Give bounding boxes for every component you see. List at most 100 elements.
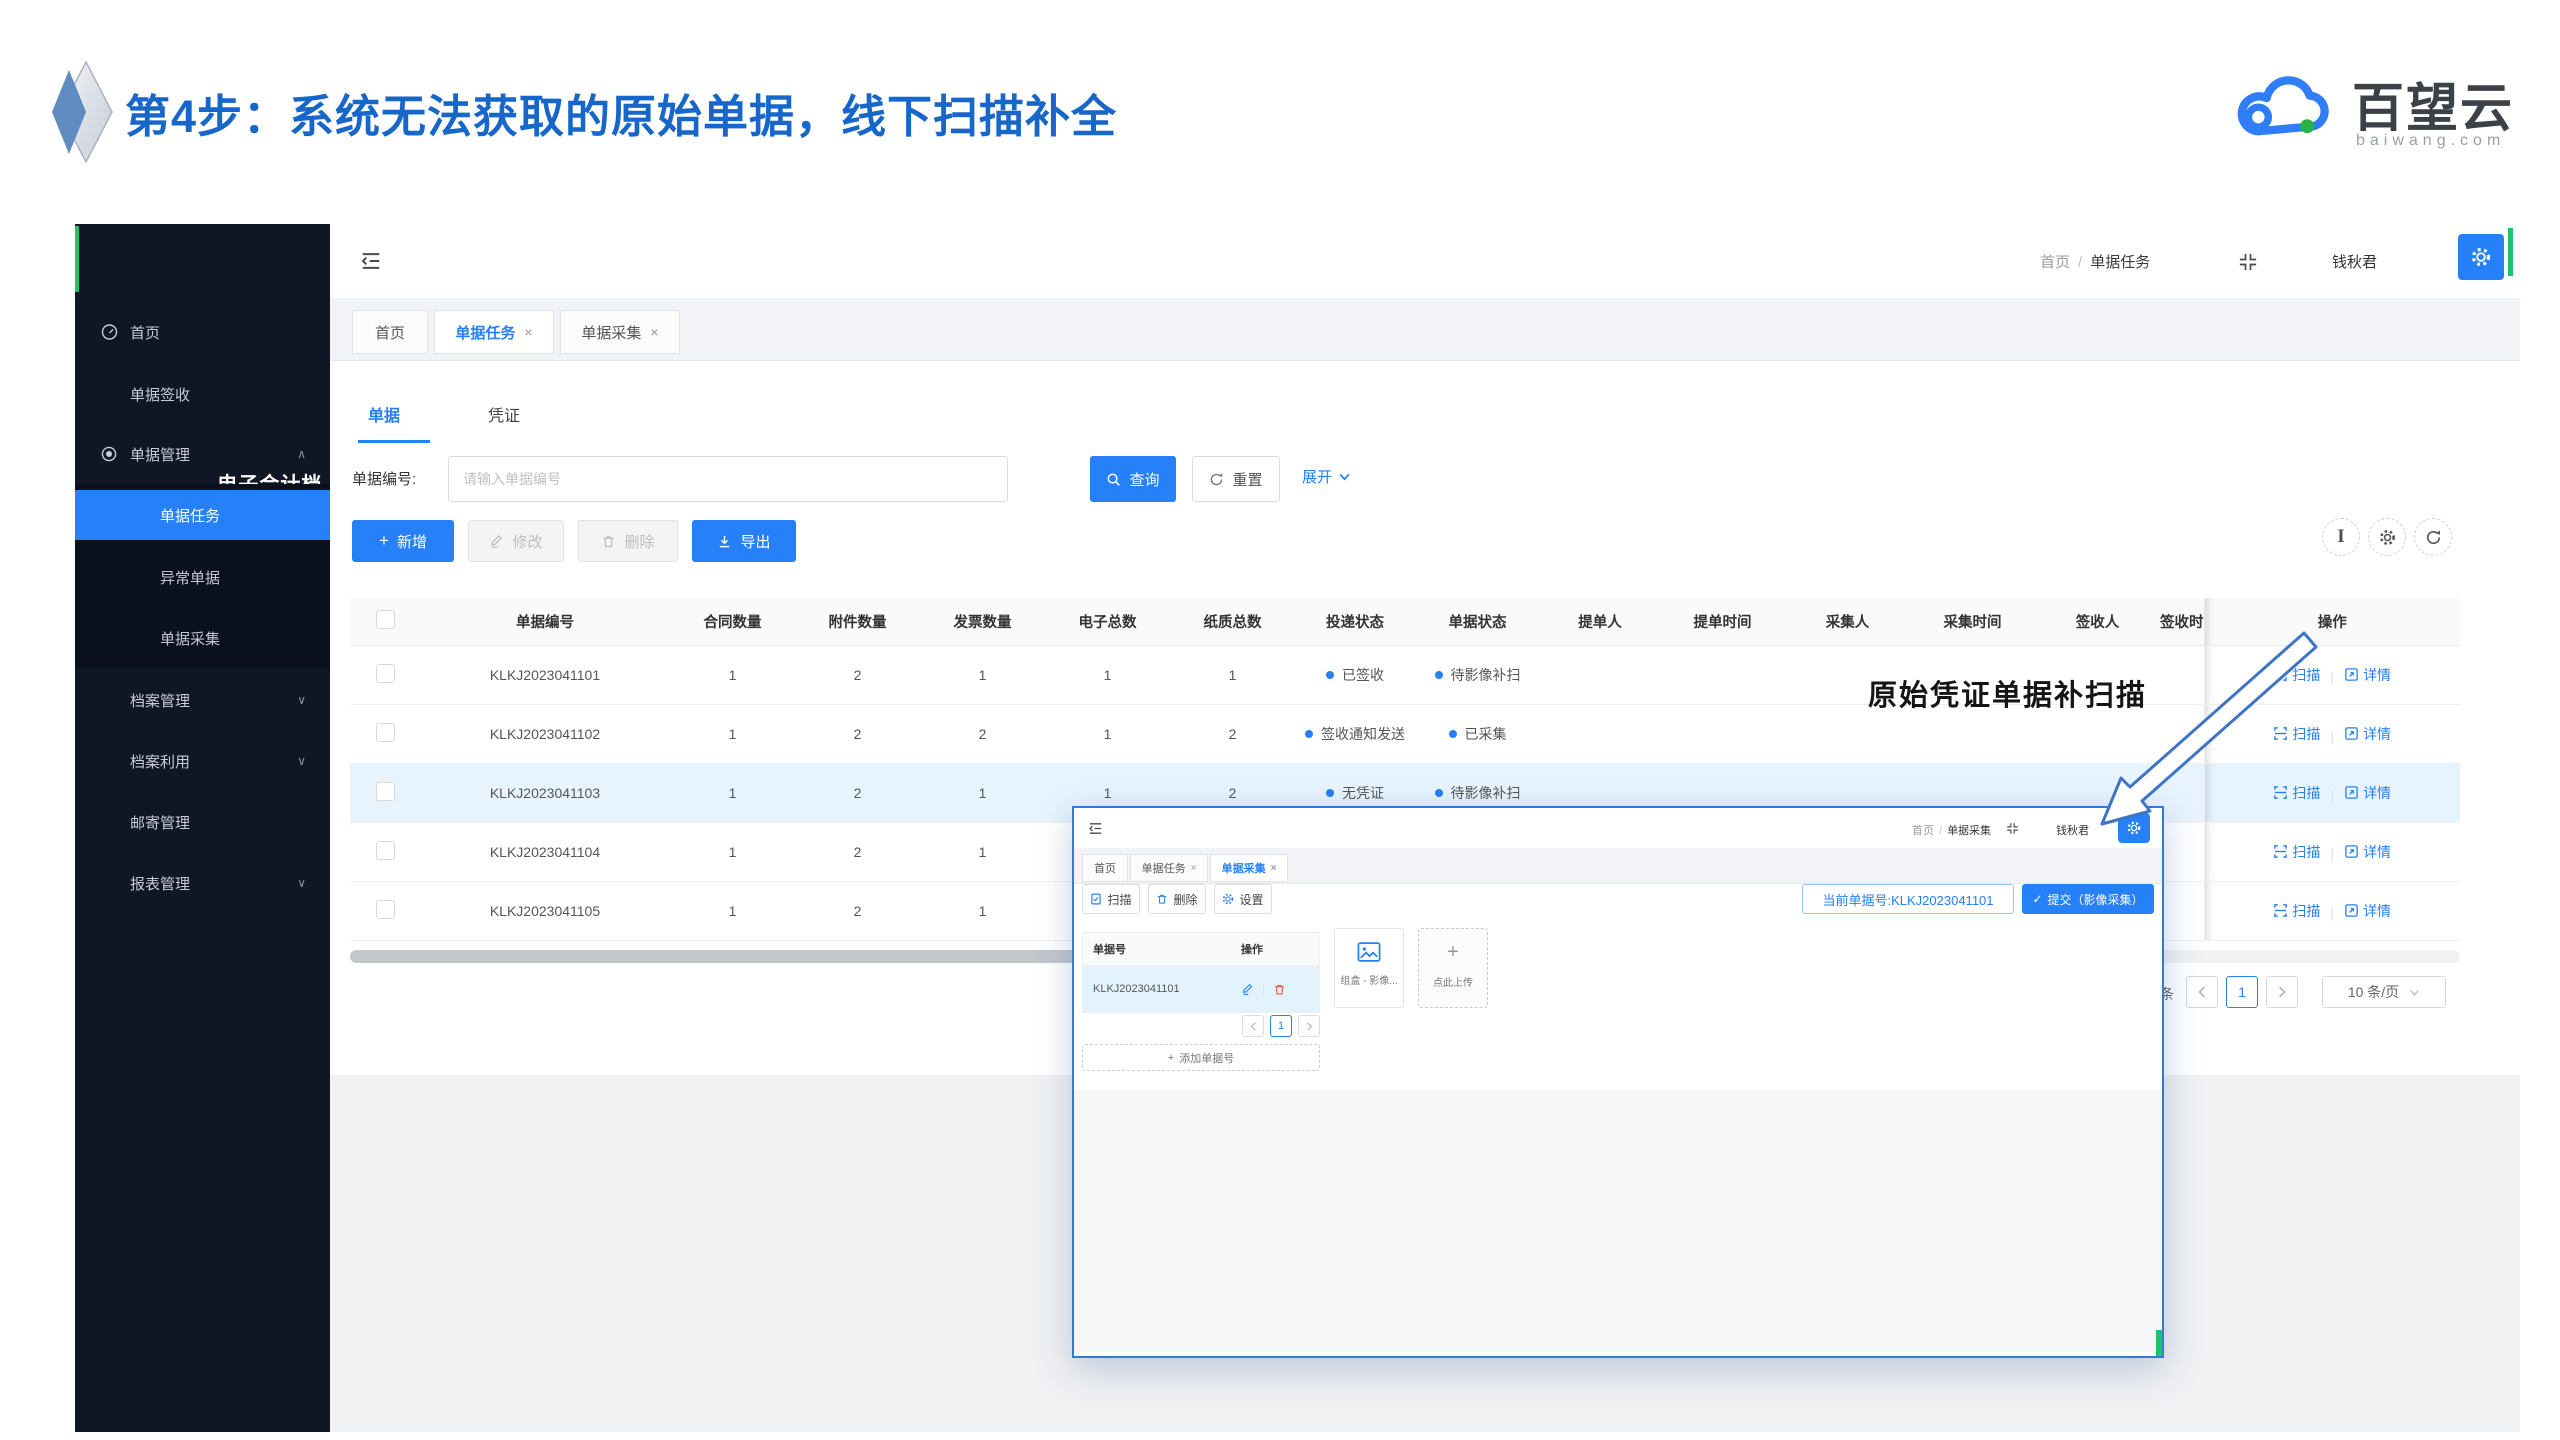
delete-button[interactable]: 删除 [578, 520, 678, 562]
tab-doc-collection[interactable]: 单据采集 × [1210, 854, 1288, 882]
popup-tabstrip: 首页 单据任务 × 单据采集 × [1074, 848, 2162, 884]
pagination-page-1[interactable]: 1 [2226, 976, 2258, 1008]
row-detail-link[interactable]: 详情 [2344, 724, 2391, 744]
subtab-voucher[interactable]: 凭证 [488, 402, 520, 426]
sidebar-item-archive-usage[interactable]: 档案利用 ∨ [75, 736, 330, 786]
row-detail-link[interactable]: 详情 [2344, 901, 2391, 921]
sidebar-item-doc-tasks[interactable]: 单据任务 [75, 490, 330, 540]
link-divider: | [2330, 905, 2334, 921]
export-button[interactable]: 导出 [692, 520, 796, 562]
row-detail-link[interactable]: 详情 [2344, 665, 2391, 685]
user-name[interactable]: 钱秋君 [2332, 251, 2377, 272]
column-header: 提单人 [1540, 598, 1660, 646]
sidebar-item-label: 档案管理 [130, 690, 190, 711]
chevron-right-icon [1306, 1022, 1313, 1031]
close-icon[interactable]: × [1271, 863, 1277, 874]
row-checkbox[interactable] [376, 900, 395, 919]
popup-pagination-prev[interactable] [1242, 1015, 1264, 1037]
sidebar-item-report-management[interactable]: 报表管理 ∨ [75, 858, 330, 908]
expand-filters-link[interactable]: 展开 [1302, 466, 1351, 487]
select-all-checkbox[interactable] [376, 610, 395, 629]
column-header: 采集人 [1785, 598, 1910, 646]
scanned-image-card[interactable]: 组盒 - 影像... [1334, 928, 1404, 1008]
sidebar-item-abnormal-docs[interactable]: 异常单据 [75, 552, 330, 602]
row-checkbox[interactable] [376, 841, 395, 860]
popup-delete-button[interactable]: 删除 [1148, 884, 1206, 914]
close-icon[interactable]: × [1191, 863, 1197, 874]
row-checkbox[interactable] [376, 782, 395, 801]
upload-dropzone[interactable]: + 点此上传 [1418, 928, 1488, 1008]
sidebar-item-mail-management[interactable]: 邮寄管理 [75, 797, 330, 847]
chevron-left-icon [2197, 986, 2207, 998]
popup-row-code: KLKJ2023041101 [1083, 983, 1241, 995]
sidebar-item-doc-collection[interactable]: 单据采集 [75, 613, 330, 663]
breadcrumb-home[interactable]: 首页 [1912, 825, 1934, 837]
popup-col-action: 操作 [1241, 941, 1263, 957]
tab-doc-tasks[interactable]: 单据任务 × [434, 310, 554, 354]
image-caption: 组盒 - 影像... [1335, 972, 1403, 987]
sidebar-item-home[interactable]: 首页 [75, 307, 330, 357]
page-size-select[interactable]: 10 条/页 [2322, 976, 2446, 1008]
tab-doc-tasks[interactable]: 单据任务 × [1130, 854, 1208, 882]
popup-table-row[interactable]: KLKJ2023041101 | [1082, 965, 1320, 1013]
radio-icon [101, 446, 117, 462]
popup-scan-button[interactable]: 扫描 [1082, 884, 1140, 914]
refresh-table-button[interactable] [2414, 518, 2452, 556]
download-icon [717, 534, 732, 549]
edit-button[interactable]: 修改 [468, 520, 564, 562]
sidebar-item-doc-management[interactable]: 单据管理 ∧ [75, 429, 330, 479]
breadcrumb-home[interactable]: 首页 [2040, 254, 2070, 271]
sidebar-item-archive-management[interactable]: 档案管理 ∨ [75, 675, 330, 725]
add-button[interactable]: + 新增 [352, 520, 454, 562]
row-scan-link[interactable]: 扫描 [2273, 901, 2320, 921]
sidebar-collapse-icon[interactable] [1088, 821, 1103, 836]
row-checkbox[interactable] [376, 723, 395, 742]
refresh-icon [1209, 472, 1224, 487]
sidebar-item-label: 单据签收 [130, 384, 190, 405]
text-size-tool-button[interactable]: I [2322, 518, 2360, 556]
row-scan-link[interactable]: 扫描 [2273, 842, 2320, 862]
submit-label: 提交（影像采集） [2048, 891, 2144, 908]
doc-collection-popup: 首页/单据采集 钱秋君 首页 单据任务 × 单据采集 [1072, 806, 2164, 1358]
image-icon [1357, 942, 1381, 962]
column-settings-button[interactable] [2368, 518, 2406, 556]
plus-icon: + [1168, 1052, 1174, 1064]
row-checkbox[interactable] [376, 664, 395, 683]
pagination-next-button[interactable] [2266, 976, 2298, 1008]
expand-label: 展开 [1302, 466, 1332, 487]
gear-icon [2471, 247, 2491, 267]
row-detail-link[interactable]: 详情 [2344, 842, 2391, 862]
plus-icon: + [379, 531, 389, 551]
sidebar-item-label: 档案利用 [130, 751, 190, 772]
pencil-icon[interactable] [1241, 983, 1254, 996]
pagination-prev-button[interactable] [2186, 976, 2218, 1008]
close-icon[interactable]: × [524, 324, 532, 340]
settings-gear-button[interactable] [2458, 234, 2504, 280]
tab-home[interactable]: 首页 [352, 310, 428, 354]
sidebar-item-doc-sign[interactable]: 单据签收 [75, 369, 330, 419]
column-header: 提单时间 [1660, 598, 1785, 646]
popup-settings-button[interactable]: 设置 [1214, 884, 1272, 914]
reset-button[interactable]: 重置 [1192, 456, 1280, 502]
subtab-docs[interactable]: 单据 [368, 402, 400, 426]
sidebar-collapse-icon[interactable] [360, 250, 382, 272]
doc-number-input[interactable] [448, 456, 1008, 502]
submit-image-collection-button[interactable]: ✓ 提交（影像采集） [2022, 884, 2154, 914]
green-artifact-left [75, 226, 79, 292]
add-button-label: 新增 [397, 531, 427, 552]
exit-fullscreen-icon[interactable] [2006, 822, 2019, 835]
exit-fullscreen-icon[interactable] [2238, 252, 2258, 272]
column-header: 附件数量 [795, 598, 920, 646]
trash-icon[interactable] [1273, 983, 1286, 996]
popup-pagination-page-1[interactable]: 1 [1270, 1015, 1292, 1037]
tab-home[interactable]: 首页 [1082, 854, 1128, 882]
tab-label: 首页 [1094, 860, 1116, 876]
row-detail-link[interactable]: 详情 [2344, 783, 2391, 803]
tab-doc-collection[interactable]: 单据采集 × [560, 310, 680, 354]
reset-button-label: 重置 [1232, 469, 1262, 490]
popup-pagination-next[interactable] [1298, 1015, 1320, 1037]
close-icon[interactable]: × [650, 324, 658, 340]
search-button[interactable]: 查询 [1090, 456, 1176, 502]
search-button-label: 查询 [1129, 469, 1159, 490]
add-doc-number-button[interactable]: + 添加单据号 [1082, 1044, 1320, 1071]
